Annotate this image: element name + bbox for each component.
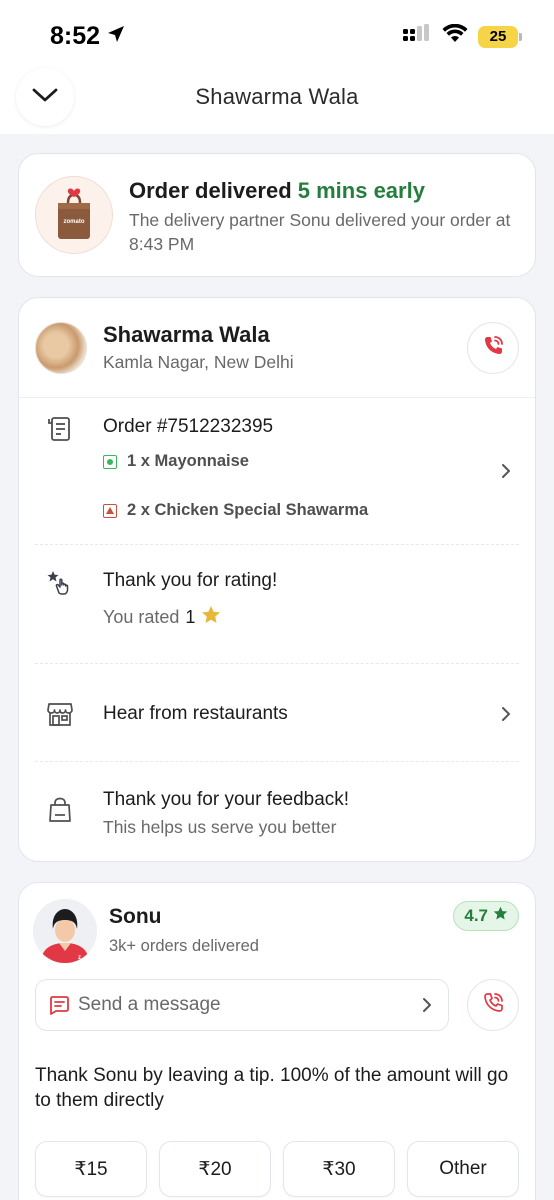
restaurant-avatar xyxy=(35,322,87,374)
receipt-icon xyxy=(45,414,75,444)
veg-icon xyxy=(103,454,117,469)
tip-description: Thank Sonu by leaving a tip. 100% of the… xyxy=(35,1065,509,1111)
status-icons: 25 xyxy=(402,23,522,49)
partner-rating-value: 4.7 xyxy=(464,906,488,925)
location-arrow-icon xyxy=(106,22,126,51)
message-icon xyxy=(48,994,70,1016)
zomato-bag-icon: zomato xyxy=(35,176,113,254)
svg-text:zomato: zomato xyxy=(64,219,85,225)
delivery-title: Order delivered 5 mins early xyxy=(129,178,425,204)
restaurant-name: Shawarma Wala xyxy=(103,322,270,347)
order-item-text: 2 x Chicken Special Shawarma xyxy=(127,501,369,519)
phone-icon xyxy=(481,991,505,1020)
feedback-subtitle: This helps us serve you better xyxy=(103,817,337,837)
svg-text:z: z xyxy=(78,955,81,961)
star-icon xyxy=(493,906,508,926)
chevron-right-icon xyxy=(422,996,434,1014)
delivery-partner-avatar: z xyxy=(33,899,97,963)
order-number: Order #7512232395 xyxy=(103,416,274,437)
rated-value: 1 xyxy=(185,607,196,627)
star-icon xyxy=(201,605,221,630)
store-icon xyxy=(45,699,75,729)
order-item: 2 x Chicken Special Shawarma xyxy=(103,501,368,520)
tip-button-other[interactable]: Other xyxy=(407,1141,519,1197)
delivery-partner-card: z Sonu 3k+ orders delivered 4.7 Send a m… xyxy=(18,882,536,1200)
tip-button-20[interactable]: ₹20 xyxy=(159,1141,271,1197)
call-delivery-partner-button[interactable] xyxy=(467,979,519,1031)
battery-icon: 25 xyxy=(478,25,522,48)
send-message-placeholder: Send a message xyxy=(78,994,221,1015)
order-item: 1 x Mayonnaise xyxy=(103,452,249,471)
hear-from-restaurants-chevron-icon[interactable] xyxy=(499,704,513,724)
order-details-chevron-icon[interactable] xyxy=(499,461,513,481)
status-time: 8:52 xyxy=(50,22,126,51)
phone-icon xyxy=(481,334,505,363)
partner-rating-badge: 4.7 xyxy=(453,901,519,931)
status-bar: 8:52 25 xyxy=(0,0,554,70)
app-header: Shawarma Wala xyxy=(0,62,554,134)
rating-summary: You rated 1 xyxy=(103,605,221,630)
feedback-title: Thank you for your feedback! xyxy=(103,789,350,810)
divider xyxy=(19,397,535,398)
rating-thanks-title: Thank you for rating! xyxy=(103,570,278,591)
restaurant-location: Kamla Nagar, New Delhi xyxy=(103,352,294,372)
call-restaurant-button[interactable] xyxy=(467,322,519,374)
delivery-early-text: 5 mins early xyxy=(297,178,425,203)
tip-button-15[interactable]: ₹15 xyxy=(35,1141,147,1197)
time-text: 8:52 xyxy=(50,22,101,50)
send-message-field[interactable]: Send a message xyxy=(35,979,449,1031)
delivery-status-card: zomato Order delivered 5 mins early The … xyxy=(18,153,536,277)
delivery-subtitle: The delivery partner Sonu delivered your… xyxy=(129,210,511,254)
delivery-partner-orders: 3k+ orders delivered xyxy=(109,937,259,955)
delivery-title-prefix: Order delivered xyxy=(129,178,292,203)
order-item-text: 1 x Mayonnaise xyxy=(127,452,249,470)
page-title: Shawarma Wala xyxy=(195,84,359,109)
non-veg-icon xyxy=(103,503,117,518)
divider xyxy=(35,663,519,664)
cellular-signal-icon xyxy=(402,24,432,49)
rated-label: You rated xyxy=(103,607,180,627)
hear-from-restaurants-label[interactable]: Hear from restaurants xyxy=(103,703,288,725)
shopping-bag-icon xyxy=(45,795,75,825)
divider xyxy=(35,761,519,762)
tip-button-30[interactable]: ₹30 xyxy=(283,1141,395,1197)
delivery-partner-name: Sonu xyxy=(109,905,162,928)
tap-rating-icon xyxy=(45,568,75,598)
wifi-icon xyxy=(442,23,468,49)
order-details-card: Shawarma Wala Kamla Nagar, New Delhi Ord… xyxy=(18,297,536,862)
divider xyxy=(35,544,519,545)
